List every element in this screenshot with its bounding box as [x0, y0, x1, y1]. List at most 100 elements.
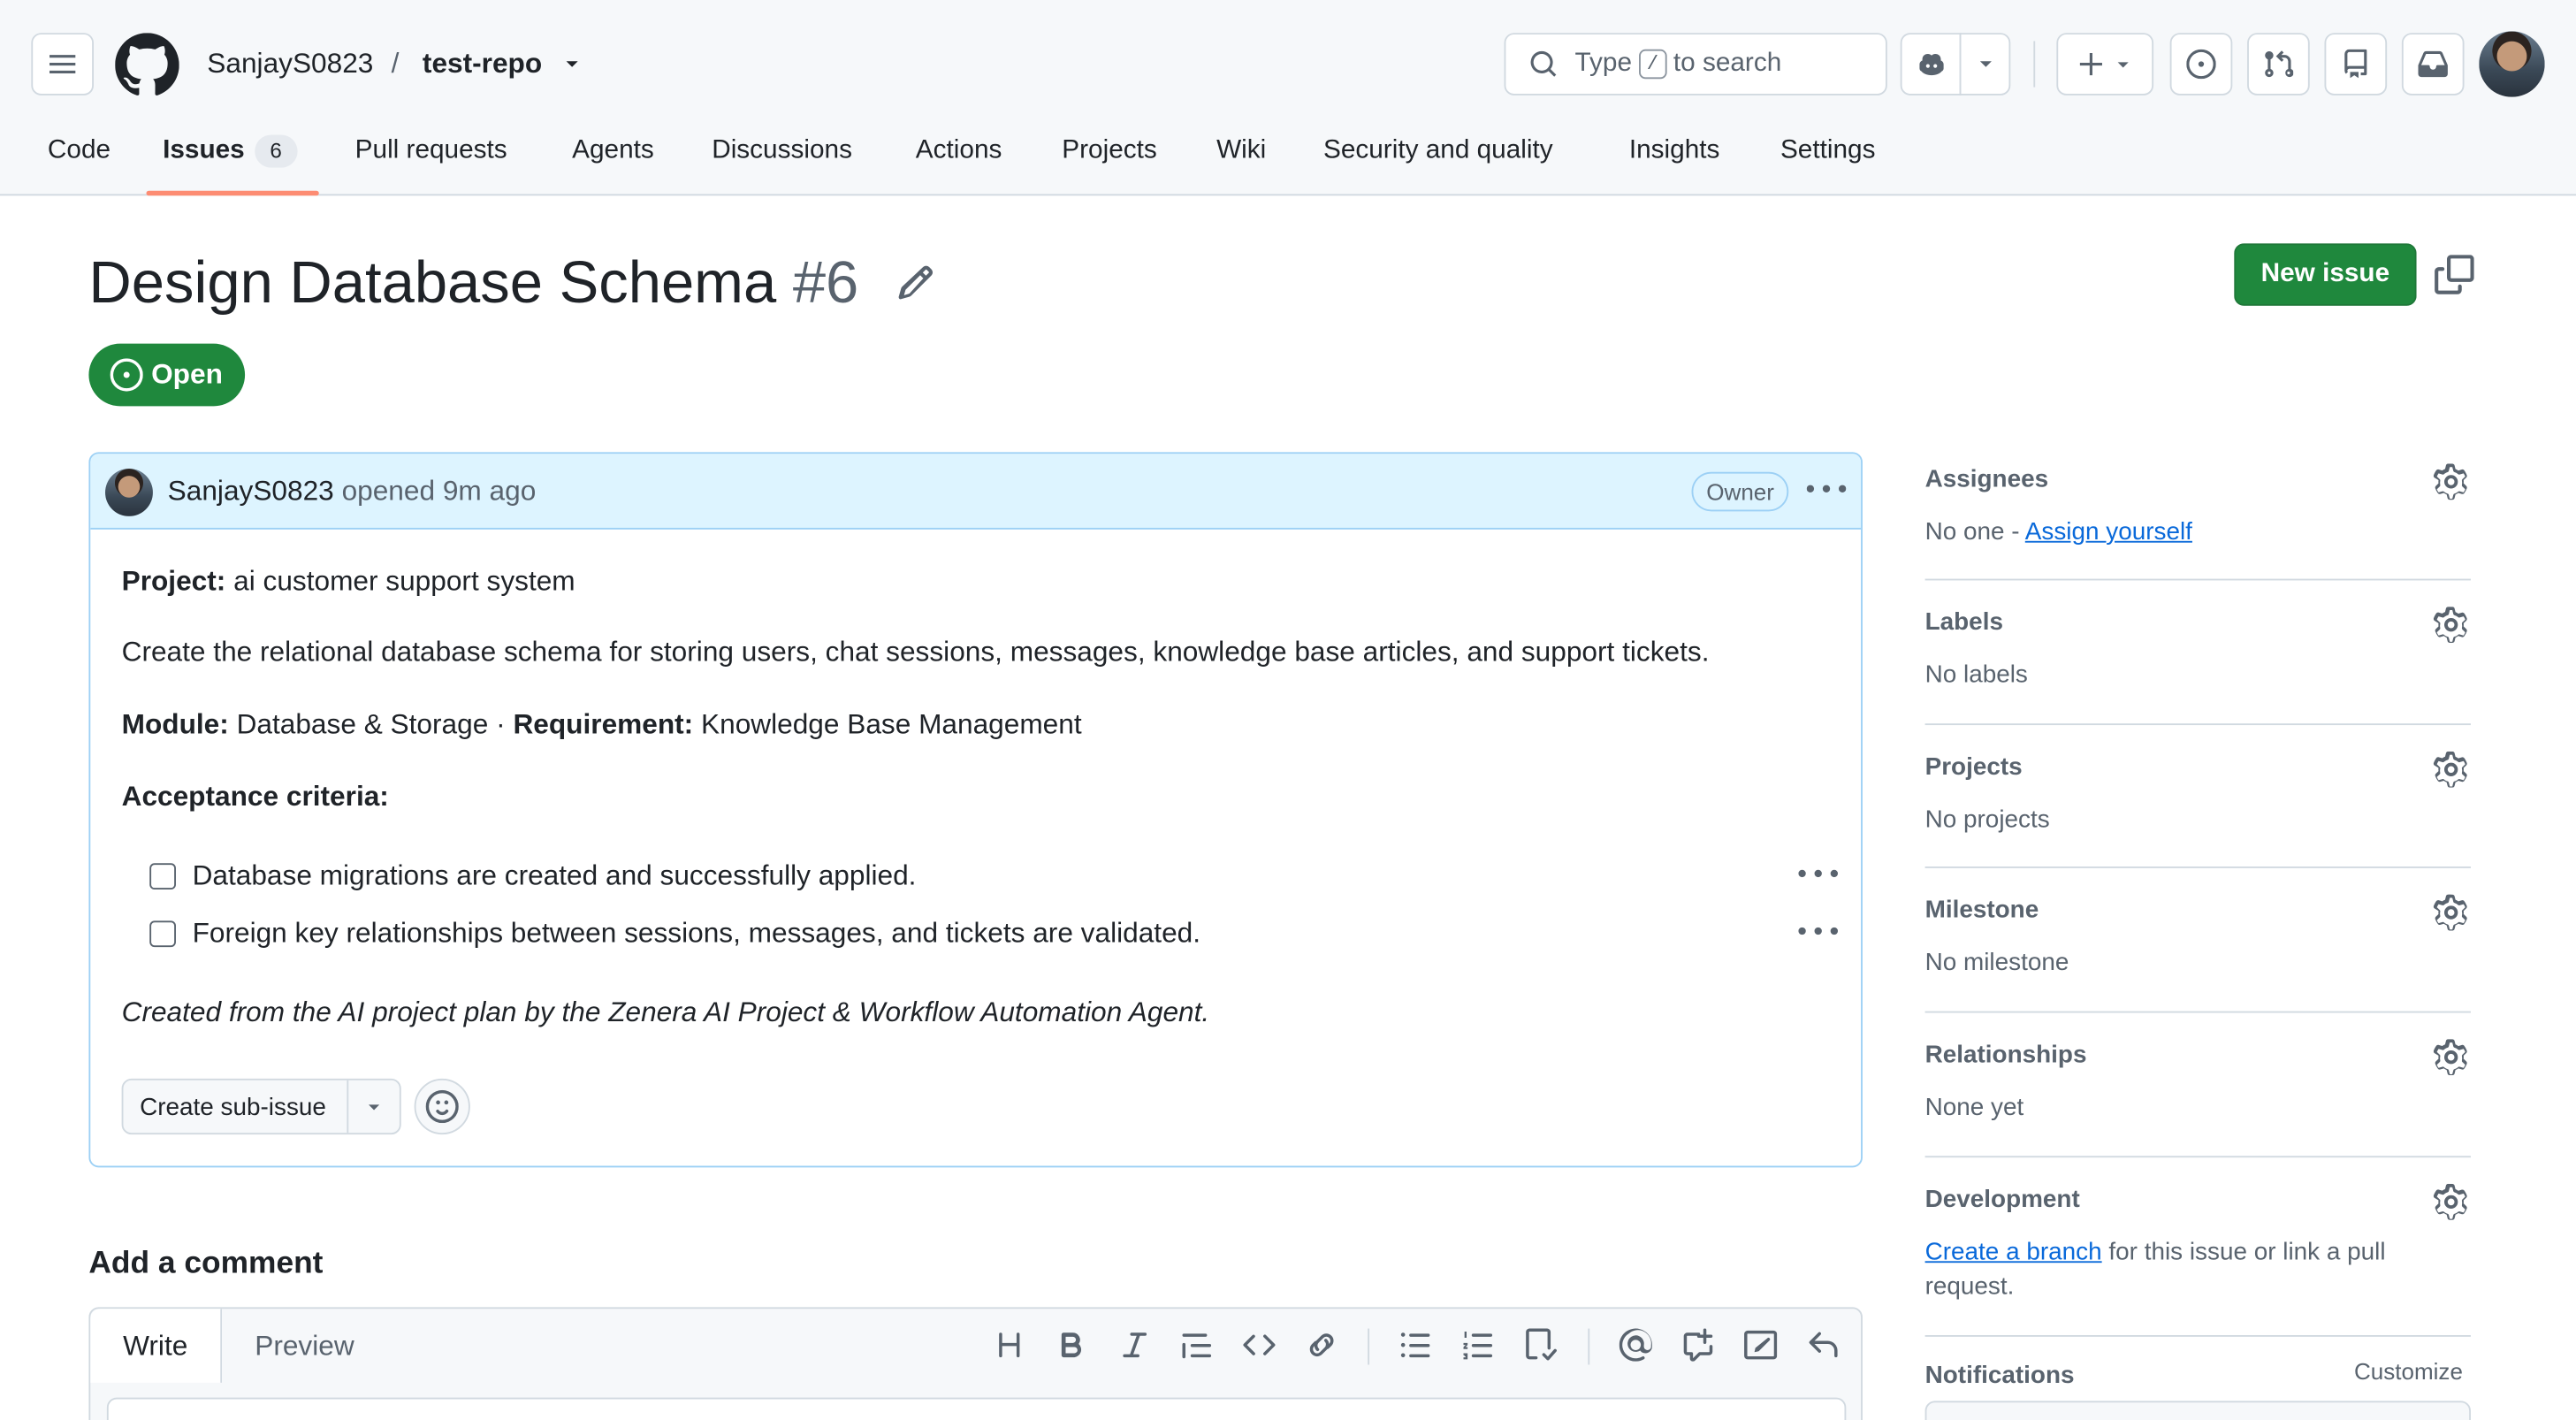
repo-dropdown-icon[interactable]: [560, 53, 583, 76]
chevron-down-icon: [1978, 61, 1991, 67]
tab-label: Discussions: [712, 136, 852, 164]
tab-agents[interactable]: Agents: [572, 134, 654, 167]
ordered-list-button[interactable]: [1461, 1329, 1498, 1365]
italic-button[interactable]: [1118, 1329, 1155, 1365]
relationships-heading[interactable]: Relationships: [1925, 1039, 2087, 1072]
tab-actions[interactable]: Actions: [916, 134, 1002, 167]
mention-button[interactable]: [1619, 1328, 1656, 1365]
tab-preview[interactable]: Preview: [255, 1309, 354, 1383]
repo-icon: [2344, 49, 2367, 79]
github-logo-icon[interactable]: [115, 33, 179, 97]
plus-icon: [2079, 52, 2102, 76]
tab-pull-requests[interactable]: Pull requests: [355, 134, 507, 167]
unordered-list-button[interactable]: [1399, 1329, 1436, 1365]
search-shortcut-key: /: [1638, 49, 1667, 80]
comment-header: SanjayS0823 opened 9m ago Owner: [90, 454, 1862, 530]
assignees-heading[interactable]: Assignees: [1925, 463, 2049, 496]
user-avatar[interactable]: [2479, 31, 2545, 97]
comment-timestamp: opened 9m ago: [341, 475, 537, 507]
tab-label: Wiki: [1216, 136, 1267, 164]
gear-icon[interactable]: [2433, 463, 2469, 500]
subscribe-button[interactable]: [1924, 1401, 2471, 1420]
development-value-line2: request.: [1924, 1272, 2015, 1301]
tab-label: Pull requests: [354, 136, 507, 164]
task-item-text: Foreign key relationships between sessio…: [192, 917, 1201, 949]
search-input[interactable]: Type / to search: [1504, 33, 1887, 95]
copilot-dropdown-button[interactable]: [1959, 33, 2011, 95]
path-separator: /: [391, 47, 400, 80]
pencil-icon[interactable]: [896, 263, 935, 303]
saved-replies-button[interactable]: [1744, 1329, 1780, 1365]
sidebar-divider: [1924, 867, 2471, 868]
tab-label: Settings: [1780, 136, 1876, 164]
comment-textarea[interactable]: [106, 1397, 1847, 1420]
development-heading[interactable]: Development: [1925, 1184, 2080, 1217]
owner-badge: Owner: [1691, 471, 1789, 512]
gear-icon[interactable]: [2433, 1039, 2469, 1076]
assign-yourself-link[interactable]: Assign yourself: [2025, 518, 2192, 546]
bold-button[interactable]: [1056, 1329, 1092, 1365]
projects-heading[interactable]: Projects: [1925, 752, 2023, 784]
task-checkbox[interactable]: [149, 920, 176, 948]
pull-requests-button[interactable]: [2247, 33, 2310, 95]
add-reaction-button[interactable]: [414, 1078, 470, 1135]
list-ordered-icon: [1463, 1332, 1493, 1360]
task-checkbox[interactable]: [149, 863, 176, 890]
heading-button[interactable]: [993, 1329, 1029, 1365]
assignees-value: No one - Assign yourself: [1925, 516, 2192, 549]
copy-icon[interactable]: [2435, 255, 2474, 294]
search-prefix: Type: [1574, 49, 1633, 78]
app-header: SanjayS0823 / test-repo Type / to search: [0, 0, 2576, 196]
milestone-heading[interactable]: Milestone: [1925, 895, 2039, 928]
menu-button[interactable]: [31, 33, 94, 95]
tab-projects[interactable]: Projects: [1062, 134, 1156, 167]
issues-button[interactable]: [2169, 33, 2233, 95]
module-line: Module: Database & Storage · Requirement…: [122, 707, 1082, 744]
list-unordered-icon: [1400, 1332, 1430, 1358]
tab-code[interactable]: Code: [48, 134, 111, 167]
sub-issue-dropdown[interactable]: [348, 1096, 400, 1117]
issue-number: #6: [792, 248, 859, 317]
repo-owner-link[interactable]: SanjayS0823: [207, 48, 373, 80]
code-button[interactable]: [1243, 1329, 1279, 1365]
gear-icon[interactable]: [2433, 1183, 2469, 1220]
task-list-button[interactable]: [1524, 1328, 1560, 1365]
link-button[interactable]: [1306, 1329, 1342, 1365]
inbox-icon: [2418, 50, 2448, 78]
labels-heading[interactable]: Labels: [1925, 607, 2003, 639]
repositories-button[interactable]: [2324, 33, 2388, 95]
create-branch-link[interactable]: Create a branch: [1925, 1238, 2102, 1266]
tab-insights[interactable]: Insights: [1629, 134, 1720, 167]
inbox-button[interactable]: [2401, 33, 2465, 95]
module-value: Database & Storage: [236, 708, 489, 740]
new-issue-button[interactable]: New issue: [2234, 243, 2417, 306]
create-new-button[interactable]: [2056, 33, 2154, 95]
chevron-down-icon: [2117, 61, 2129, 67]
task-menu-icon[interactable]: [1798, 855, 1839, 895]
edit-square-icon: [1744, 1330, 1778, 1360]
repo-name-link[interactable]: test-repo: [423, 48, 542, 80]
tab-issues[interactable]: Issues 6: [163, 134, 298, 168]
tab-wiki[interactable]: Wiki: [1216, 134, 1266, 167]
task-menu-icon[interactable]: [1798, 912, 1839, 952]
development-text: for this issue or link a pull: [2101, 1238, 2386, 1266]
gear-icon[interactable]: [2433, 751, 2469, 788]
tab-write[interactable]: Write: [90, 1309, 223, 1383]
copilot-button[interactable]: [1900, 33, 1962, 95]
quote-button[interactable]: [1180, 1329, 1216, 1365]
gear-icon[interactable]: [2433, 894, 2469, 931]
author-link[interactable]: SanjayS0823: [168, 475, 334, 506]
tab-security[interactable]: Security and quality: [1323, 134, 1553, 167]
toolbar-divider: [1368, 1328, 1370, 1365]
undo-button[interactable]: [1807, 1329, 1843, 1365]
gear-icon[interactable]: [2433, 607, 2469, 644]
kebab-menu-icon[interactable]: [1806, 470, 1847, 510]
tab-label: Code: [47, 136, 111, 164]
customize-link[interactable]: Customize: [2354, 1355, 2463, 1387]
tab-settings[interactable]: Settings: [1780, 134, 1876, 167]
tab-label: Projects: [1062, 136, 1157, 164]
tab-discussions[interactable]: Discussions: [712, 134, 852, 167]
author-avatar[interactable]: [105, 468, 153, 516]
cross-reference-button[interactable]: [1681, 1328, 1718, 1365]
create-sub-issue-button[interactable]: Create sub-issue: [121, 1078, 401, 1135]
